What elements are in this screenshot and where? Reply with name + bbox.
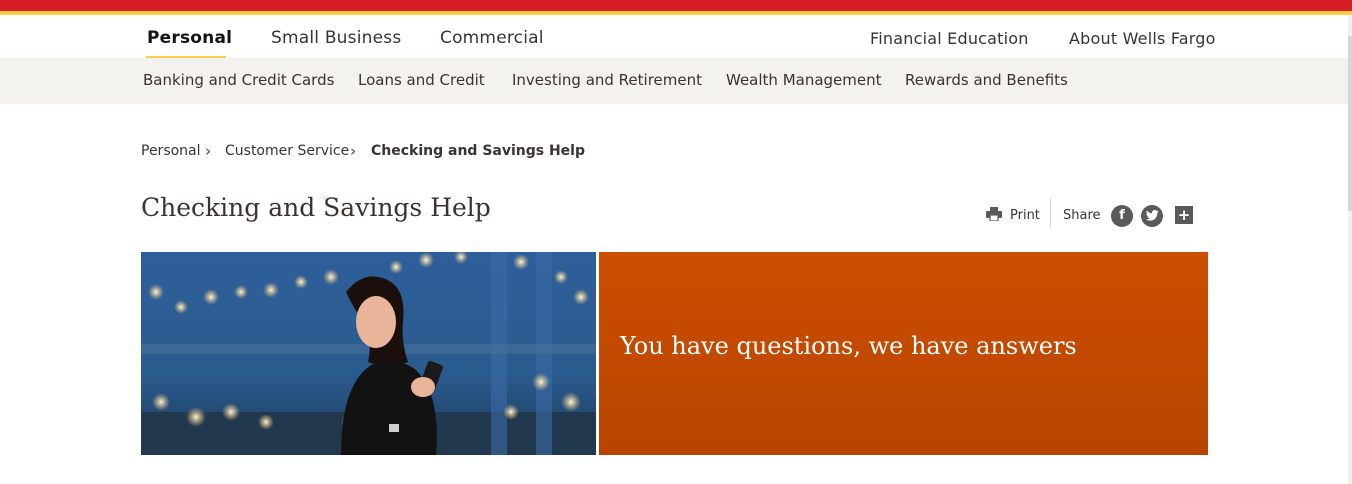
sub-nav-wealth-management[interactable]: Wealth Management — [726, 71, 882, 89]
top-nav-about-wells-fargo[interactable]: About Wells Fargo — [1069, 29, 1216, 48]
top-nav-financial-education[interactable]: Financial Education — [870, 29, 1029, 48]
chevron-right-icon: › — [205, 142, 212, 160]
top-nav-small-business[interactable]: Small Business — [271, 28, 401, 48]
sub-nav-loans-credit[interactable]: Loans and Credit — [358, 71, 485, 89]
scrollbar-thumb[interactable] — [1348, 36, 1352, 211]
top-nav-commercial[interactable]: Commercial — [440, 28, 544, 48]
breadcrumb-personal[interactable]: Personal — [141, 143, 201, 159]
top-nav-personal[interactable]: Personal — [147, 28, 232, 48]
utility-divider — [1050, 198, 1051, 228]
page-title: Checking and Savings Help — [141, 193, 491, 222]
twitter-icon[interactable] — [1141, 205, 1163, 227]
sub-navigation: Banking and Credit Cards Loans and Credi… — [0, 58, 1348, 104]
breadcrumb-current: Checking and Savings Help — [371, 143, 585, 159]
hero-image-woman-with-phone — [141, 252, 596, 455]
more-share-plus-icon[interactable]: + — [1175, 206, 1193, 224]
sub-nav-rewards-benefits[interactable]: Rewards and Benefits — [905, 71, 1068, 89]
share-label: Share — [1063, 208, 1101, 223]
print-label: Print — [1010, 208, 1040, 223]
sub-nav-investing-retirement[interactable]: Investing and Retirement — [512, 71, 702, 89]
print-button[interactable]: Print — [986, 206, 1040, 225]
hero-headline: You have questions, we have answers — [620, 332, 1077, 360]
breadcrumb-customer-service[interactable]: Customer Service — [225, 143, 349, 159]
brand-stripe-red — [0, 0, 1352, 11]
hero-panel: You have questions, we have answers — [599, 252, 1208, 455]
printer-icon — [986, 206, 1002, 225]
top-navigation: Personal Small Business Commercial Finan… — [0, 15, 1348, 58]
facebook-icon[interactable]: f — [1111, 205, 1133, 227]
sub-nav-banking-credit-cards[interactable]: Banking and Credit Cards — [143, 71, 334, 89]
chevron-right-icon: › — [350, 142, 357, 160]
